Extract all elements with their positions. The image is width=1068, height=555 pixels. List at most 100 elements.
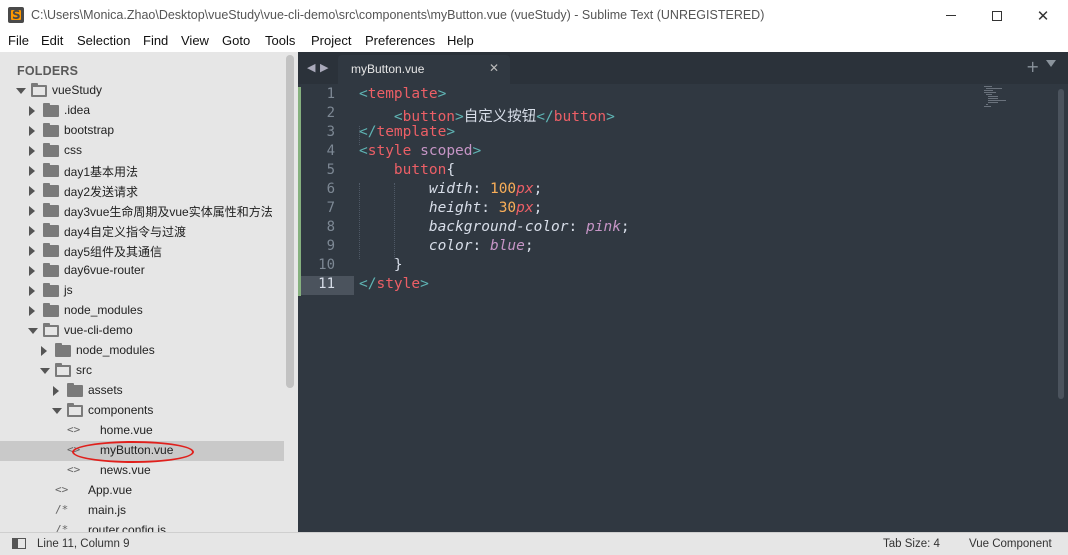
tree-folder[interactable]: css <box>0 141 284 161</box>
chevron-right-icon[interactable] <box>29 206 35 216</box>
menu-edit[interactable]: Edit <box>41 33 63 48</box>
code-token: > <box>446 124 456 140</box>
tree-folder[interactable]: js <box>0 281 284 301</box>
tab-close-icon[interactable]: ✕ <box>489 61 499 75</box>
line-number: 10 <box>318 257 335 273</box>
new-tab-icon[interactable]: + <box>1026 57 1039 76</box>
code-token: ; <box>533 181 543 197</box>
tree-file[interactable]: <> home.vue <box>0 421 284 441</box>
chevron-right-icon[interactable] <box>29 246 35 256</box>
minimize-button[interactable] <box>928 0 974 31</box>
chevron-right-icon[interactable] <box>29 226 35 236</box>
chevron-down-icon[interactable] <box>28 328 38 334</box>
tree-folder[interactable]: day6vue-router <box>0 261 284 281</box>
tab-bar: ◀ ▶ myButton.vue ✕ + <box>298 52 1068 84</box>
tree-folder[interactable]: assets <box>0 381 284 401</box>
chevron-right-icon[interactable] <box>29 126 35 136</box>
minimap[interactable] <box>984 84 1014 114</box>
tab-nav-right-icon[interactable]: ▶ <box>320 61 328 74</box>
minimap-line <box>986 94 992 95</box>
tree-folder[interactable]: vueStudy <box>0 81 284 101</box>
editor-scrollbar[interactable] <box>1058 89 1064 399</box>
sidebar-scrollbar[interactable] <box>286 55 294 388</box>
chevron-right-icon[interactable] <box>29 266 35 276</box>
code-line: <button>自定义按钮</button> <box>359 105 615 126</box>
tree-folder[interactable]: node_modules <box>0 301 284 321</box>
chevron-right-icon[interactable] <box>29 186 35 196</box>
tree-folder[interactable]: day3vue生命周期及vue实体属性和方法 <box>0 201 284 221</box>
tab-mybutton-vue[interactable]: myButton.vue ✕ <box>338 55 510 84</box>
folder-icon <box>55 343 71 357</box>
menu-bar: File Edit Selection Find View Goto Tools… <box>0 31 1068 52</box>
code-line: color: blue; <box>359 238 534 254</box>
tree-folder[interactable]: .idea <box>0 101 284 121</box>
chevron-down-icon[interactable] <box>40 368 50 374</box>
menu-file[interactable]: File <box>8 33 29 48</box>
menu-project[interactable]: Project <box>311 33 351 48</box>
tree-folder[interactable]: day4自定义指令与过渡 <box>0 221 284 241</box>
line-number: 11 <box>318 276 335 292</box>
tree-folder[interactable]: node_modules <box>0 341 284 361</box>
tree-file[interactable]: /* main.js <box>0 501 284 521</box>
tab-size[interactable]: Tab Size: 4 <box>883 538 940 550</box>
tree-folder[interactable]: bootstrap <box>0 121 284 141</box>
file-icon: <> <box>67 423 81 436</box>
menu-view[interactable]: View <box>181 33 209 48</box>
tree-item-label: day6vue-router <box>64 263 145 277</box>
chevron-right-icon[interactable] <box>29 306 35 316</box>
tree-file[interactable]: <> news.vue <box>0 461 284 481</box>
chevron-down-icon[interactable] <box>16 88 26 94</box>
folder-icon <box>43 223 59 237</box>
menu-goto[interactable]: Goto <box>222 33 250 48</box>
code-token: > <box>437 86 447 102</box>
close-button[interactable]: ✕ <box>1020 0 1066 31</box>
menu-help[interactable]: Help <box>447 33 474 48</box>
maximize-button[interactable] <box>974 0 1020 31</box>
tree-file[interactable]: <> App.vue <box>0 481 284 501</box>
tree-item-label: css <box>64 143 82 157</box>
status-bar: Line 11, Column 9 Tab Size: 4 Vue Compon… <box>0 532 1068 555</box>
code-token: px <box>516 200 534 216</box>
tree-file[interactable]: /* router.config.js <box>0 521 284 532</box>
chevron-right-icon[interactable] <box>29 286 35 296</box>
line-number: 4 <box>326 143 335 159</box>
indent-guide <box>394 183 395 259</box>
folder-icon <box>43 143 59 157</box>
toggle-sidebar-icon[interactable] <box>12 538 26 549</box>
tree-item-label: day3vue生命周期及vue实体属性和方法 <box>64 205 273 219</box>
tab-nav-left-icon[interactable]: ◀ <box>307 61 315 74</box>
code-token: template <box>367 86 438 102</box>
menu-selection[interactable]: Selection <box>77 33 130 48</box>
line-number: 5 <box>326 162 335 178</box>
folder-open-icon <box>43 323 59 337</box>
chevron-right-icon[interactable] <box>29 146 35 156</box>
chevron-right-icon[interactable] <box>29 106 35 116</box>
menu-find[interactable]: Find <box>143 33 168 48</box>
folder-icon <box>43 203 59 217</box>
syntax-mode[interactable]: Vue Component <box>969 538 1052 550</box>
tree-folder[interactable]: src <box>0 361 284 381</box>
cursor-position: Line 11, Column 9 <box>37 538 130 550</box>
menu-preferences[interactable]: Preferences <box>365 33 435 48</box>
sublime-text-icon: S <box>8 7 24 23</box>
menu-tools[interactable]: Tools <box>265 33 295 48</box>
chevron-right-icon[interactable] <box>53 386 59 396</box>
tree-folder[interactable]: day5组件及其通信 <box>0 241 284 261</box>
tab-dropdown-icon[interactable] <box>1046 60 1056 67</box>
folder-icon <box>43 103 59 117</box>
code-token: : <box>481 200 499 216</box>
folder-icon <box>67 383 83 397</box>
tree-folder[interactable]: day2发送请求 <box>0 181 284 201</box>
chevron-right-icon[interactable] <box>29 166 35 176</box>
tree-folder[interactable]: components <box>0 401 284 421</box>
tree-item-label: news.vue <box>100 463 151 477</box>
tree-folder[interactable]: vue-cli-demo <box>0 321 284 341</box>
minimap-line <box>984 106 991 107</box>
chevron-right-icon[interactable] <box>41 346 47 356</box>
code-token: : <box>472 181 490 197</box>
chevron-down-icon[interactable] <box>52 408 62 414</box>
tree-item-label: day1基本用法 <box>64 165 139 179</box>
tree-folder[interactable]: day1基本用法 <box>0 161 284 181</box>
line-number: 2 <box>326 105 335 121</box>
tab-label: myButton.vue <box>351 62 425 76</box>
